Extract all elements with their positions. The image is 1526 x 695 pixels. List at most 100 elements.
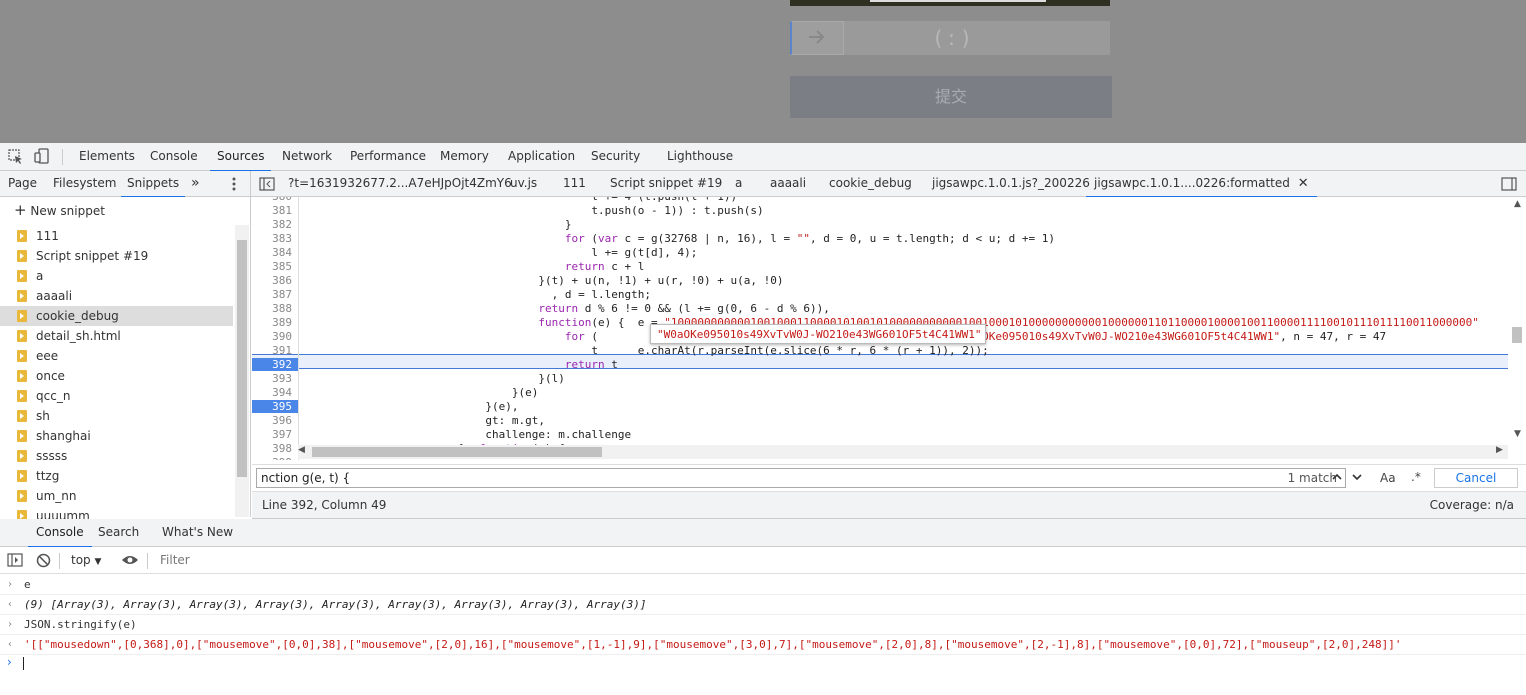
line-gutter[interactable]: 3803813823833843853863873883893903913923… [252,197,299,460]
line-number[interactable]: 389 [252,316,292,330]
snippet-item[interactable]: once [0,366,233,386]
new-snippet-button[interactable]: + New snippet [14,201,105,219]
tab-memory[interactable]: Memory [440,143,489,170]
breakpoint-marker[interactable]: 392 [252,358,298,371]
arrow-right-icon [809,30,825,44]
snippet-item[interactable]: um_nn [0,486,233,506]
file-tab[interactable]: cookie_debug [829,171,912,196]
breakpoint-marker[interactable]: 395 [252,400,298,413]
scroll-down-icon[interactable]: ▼ [1514,429,1521,439]
nav-tab-page[interactable]: Page [8,171,37,196]
snippet-item[interactable]: detail_sh.html [0,326,233,346]
line-number[interactable]: 385 [252,260,292,274]
show-sidebar-icon[interactable] [7,553,23,570]
submit-button[interactable]: 提交 [790,76,1112,118]
file-tab[interactable]: jigsawpc.1.0.1.js?_200226 [932,171,1090,196]
device-toolbar-icon[interactable] [34,148,50,168]
tab-console[interactable]: Console [150,143,198,170]
more-tabs-icon[interactable]: » [191,171,200,196]
scroll-right-icon[interactable]: ▶ [1496,445,1503,455]
line-number[interactable]: 390 [252,330,292,344]
line-number[interactable]: 383 [252,232,292,246]
snippet-label: um_nn [36,489,77,503]
coverage-status[interactable]: Coverage: n/a [1430,492,1514,519]
scroll-up-icon[interactable]: ▲ [1514,199,1521,209]
file-tab[interactable]: 111 [563,171,586,196]
code-horizontal-scrollbar-thumb[interactable] [312,447,602,457]
toggle-debugger-icon[interactable] [1501,177,1517,194]
scroll-left-icon[interactable]: ◀ [298,445,305,455]
line-number[interactable]: 382 [252,218,292,232]
tab-lighthouse[interactable]: Lighthouse [667,143,733,170]
file-tab[interactable]: Script snippet #19 [610,171,722,196]
snippet-label: once [36,369,65,383]
match-case-button[interactable]: Aa [1380,471,1396,485]
line-number[interactable]: 381 [252,204,292,218]
line-number[interactable]: 380 [252,197,292,204]
tab-security[interactable]: Security [591,143,640,170]
line-number[interactable]: 394 [252,386,292,400]
page-viewport: ( ː ) 提交 [0,0,1526,143]
tab-elements[interactable]: Elements [79,143,135,170]
line-number[interactable]: 397 [252,428,292,442]
snippet-item[interactable]: Script snippet #19 [0,246,233,266]
file-tab-active[interactable]: jigsawpc.1.0.1....0226:formatted ✕ [1086,171,1317,198]
tab-application[interactable]: Application [508,143,575,170]
file-tab[interactable]: uv.js [510,171,537,196]
console-input-caret[interactable] [23,657,24,670]
file-tab[interactable]: ?t=1631932677.2...A7eHJpOjt4ZmY6 [288,171,512,196]
code-line: for (var c = g(32768 | n, 16), l = "", d… [564,232,1056,245]
regex-button[interactable]: .* [1411,470,1421,484]
snippet-item[interactable]: shanghai [0,426,233,446]
line-number[interactable]: 388 [252,302,292,316]
inspect-element-icon[interactable] [8,149,24,168]
snippet-item[interactable]: ttzg [0,466,233,486]
nav-tab-filesystem[interactable]: Filesystem [53,171,116,196]
tab-sources[interactable]: Sources [210,143,272,172]
context-selector[interactable]: top ▼ [71,553,101,567]
drawer-tab-whats-new[interactable]: What's New [162,519,233,546]
console-output-message[interactable]: ‹ (9) [Array(3), Array(3), Array(3), Arra… [0,595,1526,615]
chevron-down-icon[interactable] [1350,470,1364,487]
code-line: }(t) + u(n, !1) + u(r, !0) + u(a, !0) [300,274,784,287]
drawer-tab-console[interactable]: Console [28,519,92,548]
sidebar-scrollbar-thumb[interactable] [237,240,247,477]
tab-performance[interactable]: Performance [350,143,426,170]
tab-network[interactable]: Network [282,143,332,170]
search-input[interactable]: nction g(e, t) { 1 match [256,468,1346,488]
kebab-menu-icon[interactable] [231,176,237,195]
slider-handle[interactable] [790,21,844,55]
line-number[interactable]: 399 [252,456,292,460]
snippet-item[interactable]: eee [0,346,233,366]
clear-console-icon[interactable] [36,553,51,571]
output-arrow-icon: ‹ [7,639,14,650]
code-line: return t [564,358,618,371]
snippet-item[interactable]: a [0,266,233,286]
snippet-item[interactable]: sssss [0,446,233,466]
code-vertical-scrollbar[interactable] [1510,197,1526,445]
line-number[interactable]: 396 [252,414,292,428]
snippet-item[interactable]: aaaali [0,286,233,306]
file-tab[interactable]: aaaali [770,171,806,196]
drawer-tab-search[interactable]: Search [98,519,139,546]
cancel-button[interactable]: Cancel [1434,468,1518,488]
file-tab[interactable]: a [735,171,742,196]
eye-icon[interactable] [121,554,139,569]
code-vertical-scrollbar-thumb[interactable] [1512,327,1522,343]
line-number[interactable]: 386 [252,274,292,288]
toggle-navigator-icon[interactable] [259,177,275,194]
snippet-item[interactable]: qcc_n [0,386,233,406]
line-number[interactable]: 387 [252,288,292,302]
filter-input[interactable]: Filter [160,553,190,567]
line-number[interactable]: 393 [252,372,292,386]
line-number[interactable]: 398 [252,442,292,456]
line-number[interactable]: 384 [252,246,292,260]
snippet-item[interactable]: 111 [0,226,233,246]
snippet-item[interactable]: sh [0,406,233,426]
snippet-item[interactable]: cookie_debug [0,306,233,326]
close-icon[interactable]: ✕ [1298,176,1309,191]
line-number[interactable]: 391 [252,344,292,358]
captcha-image-highlight [870,0,1046,2]
chevron-up-icon[interactable] [1330,470,1344,487]
nav-tab-snippets[interactable]: Snippets [121,171,186,198]
